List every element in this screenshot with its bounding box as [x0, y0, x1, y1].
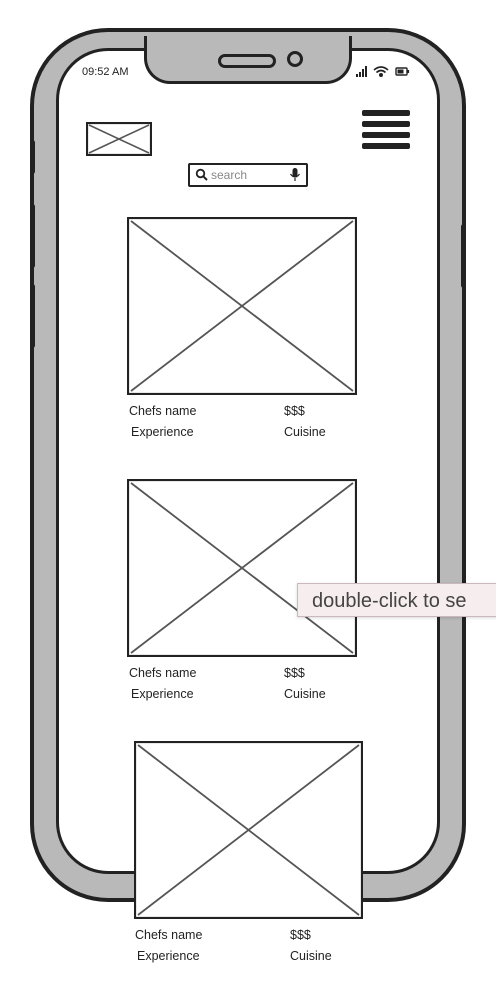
chef-experience: Experience — [137, 949, 200, 963]
phone-volume-up-button — [30, 204, 35, 268]
chef-price: $$$ — [284, 666, 305, 680]
search-icon — [195, 168, 208, 181]
phone-side-button — [30, 140, 35, 174]
chef-image-placeholder[interactable] — [127, 217, 357, 395]
chef-cuisine: Cuisine — [290, 949, 332, 963]
status-time: 09:52 AM — [82, 66, 129, 78]
chef-image-placeholder[interactable] — [127, 479, 357, 657]
chef-name: Chefs name — [129, 404, 197, 418]
chef-price: $$$ — [290, 928, 311, 942]
chef-cuisine: Cuisine — [284, 687, 326, 701]
chef-cuisine: Cuisine — [284, 425, 326, 439]
chef-image-placeholder[interactable] — [134, 741, 363, 919]
chef-price: $$$ — [284, 404, 305, 418]
tooltip: double-click to se — [297, 583, 496, 617]
phone-power-button — [461, 224, 466, 288]
chef-name: Chefs name — [129, 666, 197, 680]
hamburger-menu-icon[interactable] — [362, 110, 410, 150]
wifi-icon — [373, 66, 389, 78]
search-placeholder: search — [211, 168, 248, 182]
logo-image-placeholder[interactable] — [86, 122, 152, 156]
search-input[interactable]: search — [188, 163, 308, 187]
signal-icon — [356, 66, 367, 77]
chef-experience: Experience — [131, 687, 194, 701]
microphone-icon[interactable] — [289, 167, 301, 183]
speaker-icon — [218, 54, 276, 68]
camera-icon — [287, 51, 303, 67]
phone-volume-down-button — [30, 284, 35, 348]
chef-experience: Experience — [131, 425, 194, 439]
status-icons — [356, 66, 410, 78]
chef-name: Chefs name — [135, 928, 203, 942]
battery-icon — [395, 67, 410, 76]
